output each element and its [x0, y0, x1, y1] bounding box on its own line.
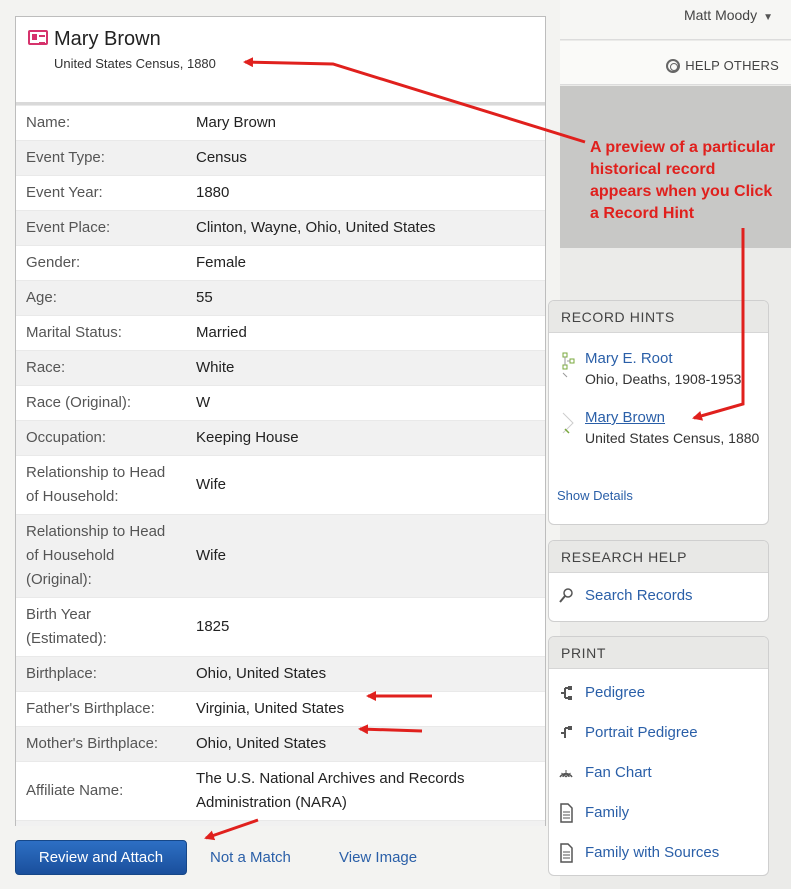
print-link-pedigree[interactable]: Pedigree: [585, 684, 645, 701]
field-value: Wife: [196, 476, 226, 493]
field-label: Father's Birthplace:: [26, 700, 155, 717]
print-link-portrait-pedigree[interactable]: Portrait Pedigree: [585, 724, 698, 741]
field-label: Race (Original):: [26, 394, 132, 411]
hint-link[interactable]: Mary Brown: [585, 409, 665, 426]
record-field-row: Father's Birthplace: Virginia, United Sta…: [16, 691, 545, 727]
print-link-fan-chart[interactable]: Fan Chart: [585, 764, 652, 781]
field-label: Race:: [26, 359, 66, 376]
field-value: Mary Brown: [196, 114, 277, 131]
lifebuoy-icon: [666, 58, 681, 73]
print-link-family-with-sources[interactable]: Family with Sources: [585, 844, 719, 861]
record-field-row: Race: White: [16, 350, 545, 386]
popup-title: Mary Brown: [54, 28, 161, 50]
record-field-row: Affiliate Publication: [16, 820, 545, 827]
user-bar: Matt Moody ▼: [560, 0, 791, 40]
fan-chart-icon: [559, 770, 573, 778]
field-value: Married: [196, 324, 247, 341]
review-and-attach-button[interactable]: Review and Attach: [15, 840, 187, 875]
field-label: Occupation:: [26, 429, 107, 446]
user-name: Matt Moody: [683, 7, 758, 23]
record-preview-popup: Mary Brown United States Census, 1880 Na…: [15, 16, 546, 826]
field-value: The U.S. National Archives and Records A…: [196, 770, 465, 811]
popup-subtitle: United States Census, 1880: [54, 56, 216, 71]
record-hint-icon: [562, 412, 574, 434]
field-label: Gender:: [26, 254, 81, 271]
caret-down-icon: ▼: [763, 12, 773, 23]
pedigree-icon: [561, 686, 572, 700]
research-help-card: RESEARCH HELP Search Records: [548, 540, 769, 622]
field-value: Ohio, United States: [196, 665, 327, 682]
portrait-pedigree-icon: [561, 726, 572, 738]
field-label: Birthplace:: [26, 665, 97, 682]
field-label: Event Type:: [26, 149, 105, 166]
record-hints-header: RECORD HINTS: [549, 301, 768, 333]
annotation-text: A preview of a particular historical rec…: [590, 139, 776, 222]
help-others-link[interactable]: HELP OTHERS: [666, 58, 779, 73]
show-details-link[interactable]: Show Details: [557, 488, 633, 503]
field-label: Age:: [26, 289, 57, 306]
field-value: Female: [196, 254, 247, 271]
record-field-row: Marital Status: Married: [16, 315, 545, 351]
record-field-row: Birthplace: Ohio, United States: [16, 656, 545, 692]
field-label: Name:: [26, 114, 71, 131]
field-label: Birth Year (Estimated):: [26, 606, 107, 647]
record-field-row: Name: Mary Brown: [16, 105, 545, 141]
field-value: 1825: [196, 618, 230, 635]
help-others-label: HELP OTHERS: [685, 58, 779, 73]
field-label: Affiliate Name:: [26, 782, 124, 799]
field-label: Relationship to Head of Household (Origi…: [26, 523, 166, 588]
field-label: Relationship to Head of Household:: [26, 464, 166, 505]
record-field-row: Gender: Female: [16, 245, 545, 281]
popup-header: Mary Brown United States Census, 1880: [16, 17, 545, 105]
help-bar: HELP OTHERS: [560, 41, 791, 85]
hint-link[interactable]: Mary E. Root: [585, 350, 673, 367]
field-value: Ohio, United States: [196, 735, 327, 752]
not-a-match-link[interactable]: Not a Match: [210, 849, 291, 866]
field-value: Census: [196, 149, 247, 166]
field-value: Clinton, Wayne, Ohio, United States: [196, 219, 436, 236]
hint-detail: Ohio, Deaths, 1908-1953: [585, 371, 742, 387]
field-label: Affiliate Publication: [16, 821, 186, 827]
field-value: Virginia, United States: [196, 700, 345, 717]
record-card-icon: [28, 30, 48, 45]
print-header: PRINT: [549, 637, 768, 669]
user-menu[interactable]: Matt Moody ▼: [684, 7, 773, 23]
print-link-family[interactable]: Family: [585, 804, 629, 821]
research-help-header: RESEARCH HELP: [549, 541, 768, 573]
search-records-link[interactable]: Search Records: [585, 587, 693, 604]
hint-item: Mary Brown United States Census, 1880: [585, 407, 765, 449]
field-value: Keeping House: [196, 429, 299, 446]
hint-detail: United States Census, 1880: [585, 430, 760, 446]
field-value: [186, 821, 545, 827]
record-field-row: Event Type: Census: [16, 140, 545, 176]
record-field-row: Event Year: 1880: [16, 175, 545, 211]
record-field-row: Relationship to Head of Household: Wife: [16, 455, 545, 515]
record-field-row: Mother's Birthplace: Ohio, United States: [16, 726, 545, 762]
field-value: White: [196, 359, 235, 376]
field-label: Event Year:: [26, 184, 103, 201]
field-value: W: [196, 394, 211, 411]
record-field-row: Occupation: Keeping House: [16, 420, 545, 456]
field-value: Wife: [196, 547, 226, 564]
record-field-row: Age: 55: [16, 280, 545, 316]
hint-item: Mary E. Root Ohio, Deaths, 1908-1953: [585, 348, 741, 390]
record-field-row: Relationship to Head of Household (Origi…: [16, 514, 545, 598]
field-value: 1880: [196, 184, 230, 201]
record-field-row: Event Place: Clinton, Wayne, Ohio, United…: [16, 210, 545, 246]
record-hints-card: RECORD HINTS Mary E. Root Ohio, Deaths, …: [548, 300, 769, 525]
view-image-link[interactable]: View Image: [339, 849, 417, 866]
document-icon: [560, 843, 573, 863]
record-fields-table: Name: Mary Brown Event Type: Census Event Ye…: [16, 105, 545, 826]
tree-icon: [562, 352, 575, 378]
print-card: PRINT Pedigree Portrait Pedigree Fan Cha…: [548, 636, 769, 876]
record-field-row: Birth Year (Estimated): 1825: [16, 597, 545, 657]
record-field-row: Affiliate Name: The U.S. National Archive…: [16, 761, 545, 821]
document-icon: [560, 803, 573, 823]
record-field-row: Race (Original): W: [16, 385, 545, 421]
field-label: Event Place:: [26, 219, 111, 236]
field-value: 55: [196, 289, 213, 306]
search-icon: [559, 588, 573, 603]
field-label: Mother's Birthplace:: [26, 735, 159, 752]
field-label: Marital Status:: [26, 324, 122, 341]
